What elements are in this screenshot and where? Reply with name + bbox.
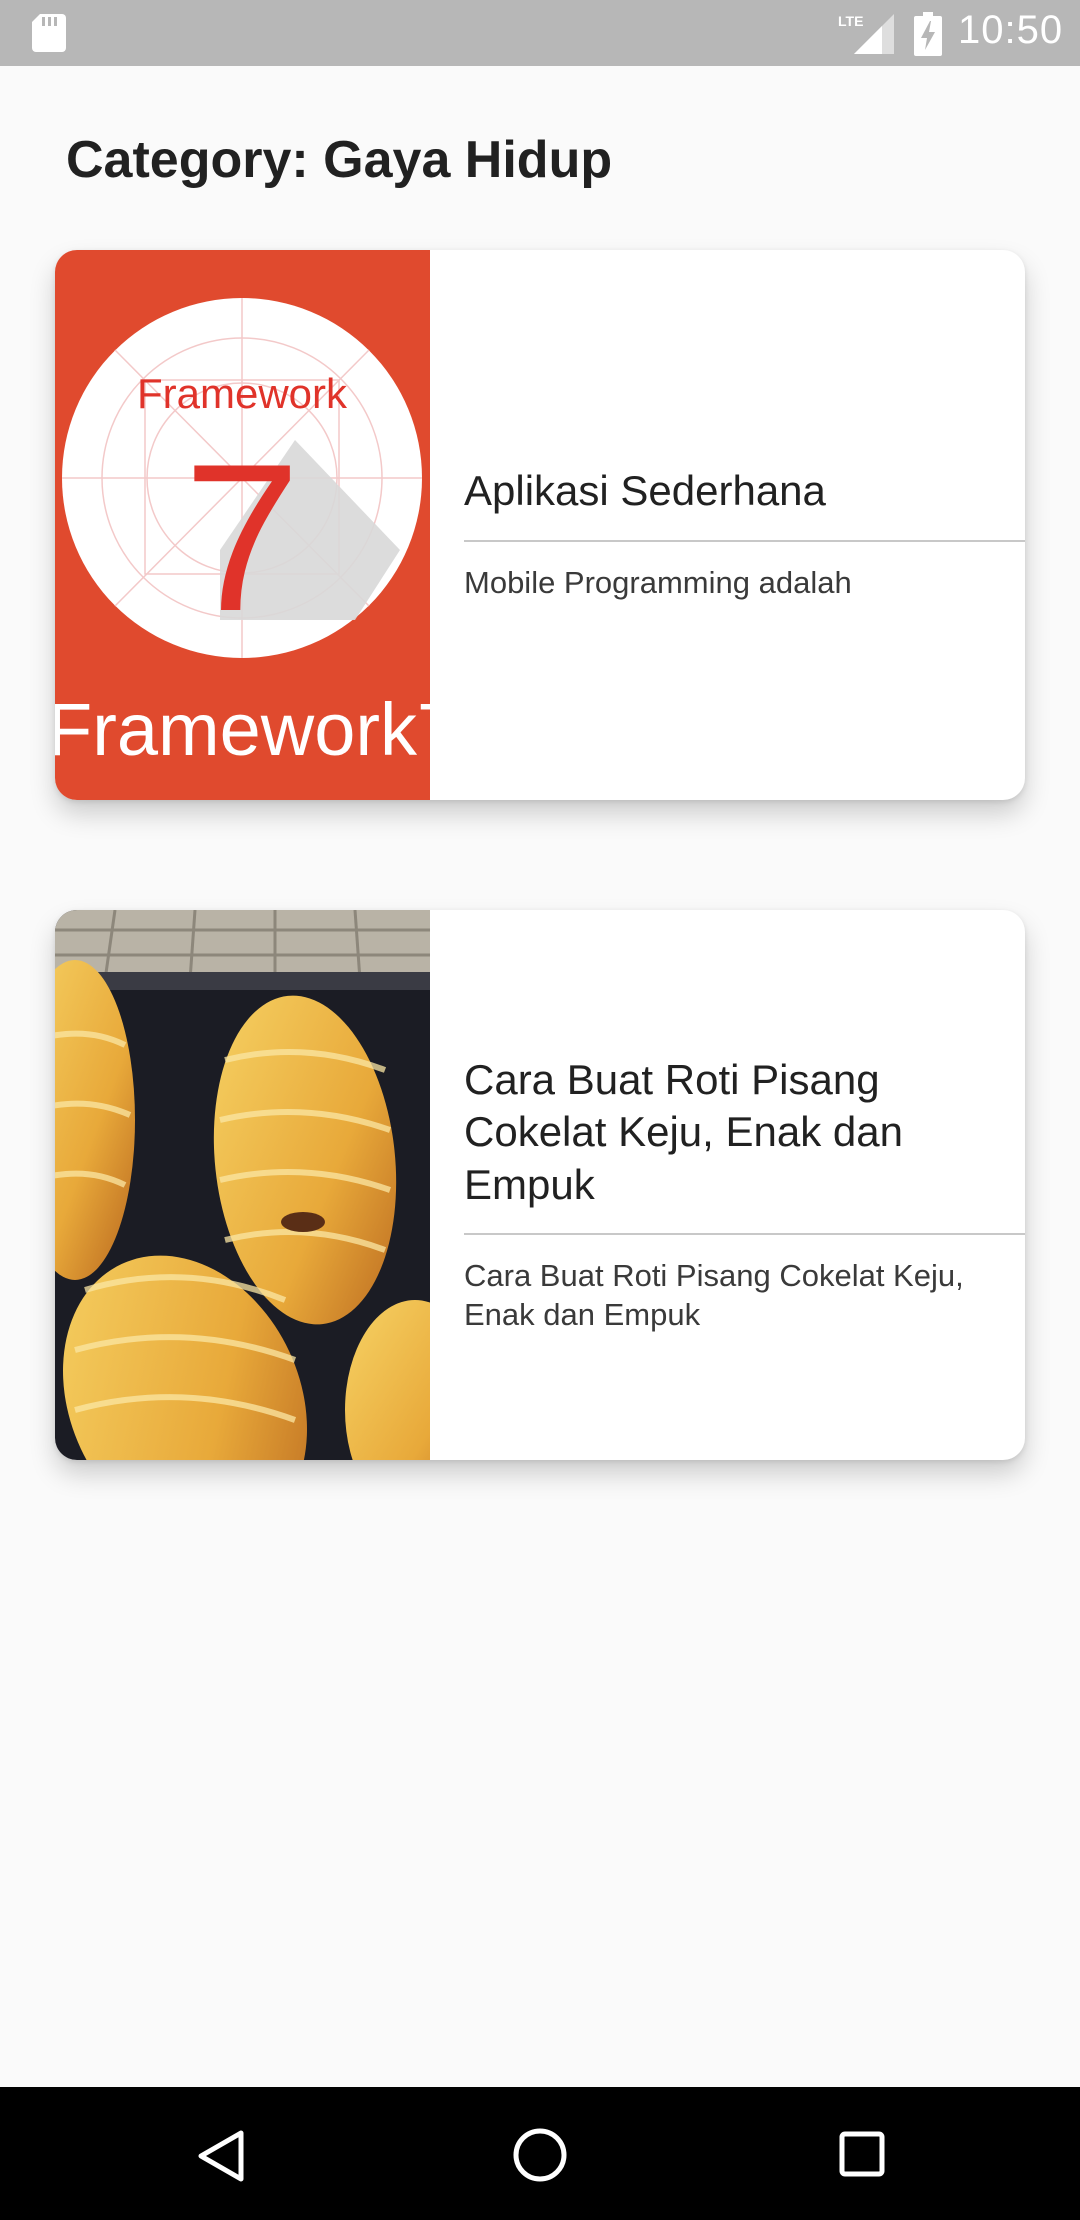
- status-bar: LTE 10:50: [0, 0, 1080, 66]
- thumb-text-framework7: Framework7: [55, 688, 430, 771]
- lte-label: LTE: [838, 13, 863, 29]
- thumb-text-framework: Framework: [137, 370, 348, 417]
- back-icon[interactable]: [195, 2129, 247, 2183]
- post-title[interactable]: Cara Buat Roti Pisang Cokelat Keju, Enak…: [464, 1054, 1025, 1235]
- recents-icon[interactable]: [838, 2130, 886, 2178]
- post-title[interactable]: Aplikasi Sederhana: [464, 465, 1025, 542]
- battery-charging-icon: [914, 12, 942, 56]
- status-time: 10:50: [958, 8, 1064, 52]
- navigation-bar: [0, 2087, 1080, 2220]
- post-card-body: Cara Buat Roti Pisang Cokelat Keju, Enak…: [464, 910, 1025, 1460]
- post-description: Cara Buat Roti Pisang Cokelat Keju, Enak…: [464, 1258, 964, 1332]
- page-title: Category: Gaya Hidup: [66, 131, 613, 189]
- post-card[interactable]: Cara Buat Roti Pisang Cokelat Keju, Enak…: [55, 910, 1025, 1460]
- baked-bread-rolls-photo: [55, 910, 430, 1460]
- thumb-text-seven: 7: [184, 420, 301, 655]
- post-card[interactable]: Framework 7 Framework7 Aplikasi Sederhan…: [55, 250, 1025, 800]
- lte-signal-icon: LTE: [838, 13, 894, 54]
- post-description: Mobile Programming adalah: [464, 564, 852, 600]
- home-icon[interactable]: [512, 2127, 568, 2183]
- framework7-logo-image: Framework 7 Framework7: [55, 250, 430, 800]
- sd-card-icon: [32, 14, 66, 52]
- post-card-body: Aplikasi Sederhana Mobile Programming ad…: [464, 250, 1025, 800]
